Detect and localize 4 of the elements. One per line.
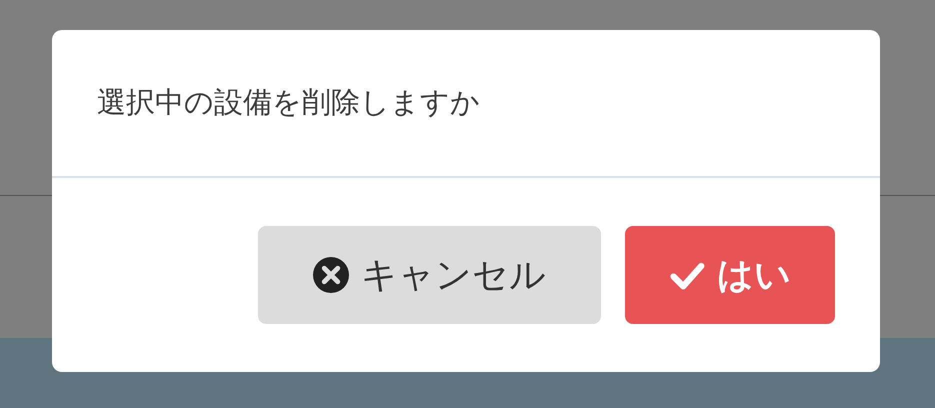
cancel-button[interactable]: キャンセル <box>258 226 601 324</box>
confirm-button[interactable]: はい <box>625 226 835 324</box>
dialog-message: 選択中の設備を削除しますか <box>97 84 480 121</box>
close-circle-icon <box>313 257 349 293</box>
